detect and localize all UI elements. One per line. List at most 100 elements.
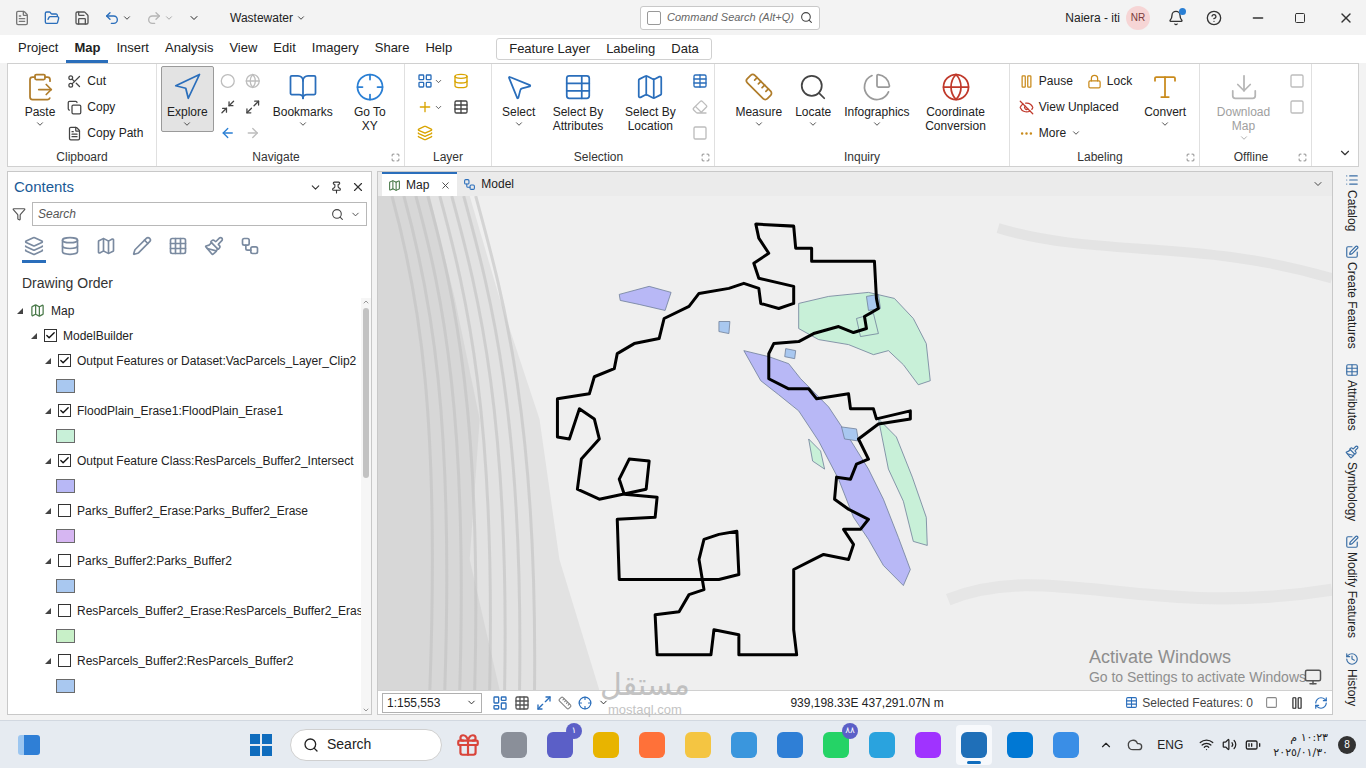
undo-dropdown-icon[interactable] [122, 13, 132, 23]
tree-row[interactable]: Output Feature Class:ResParcels_Buffer2_… [8, 448, 361, 473]
symbol-swatch[interactable] [56, 479, 75, 493]
menu-tab[interactable]: Project [10, 35, 66, 63]
ribbon-icon-button[interactable] [415, 94, 445, 120]
layer-checkbox[interactable] [58, 504, 71, 517]
view-tab[interactable] [58, 236, 82, 263]
ribbon-small-button[interactable]: More [1017, 120, 1134, 146]
tree-row[interactable]: ModelBuilder [8, 323, 361, 348]
taskbar-app[interactable] [588, 725, 624, 765]
ribbon-icon-button[interactable] [415, 68, 445, 94]
chevron-icon[interactable] [598, 697, 609, 708]
display-icon[interactable] [1304, 668, 1322, 686]
ribbon-large-button[interactable]: Explore [161, 66, 214, 132]
pane-menu-icon[interactable] [309, 181, 322, 194]
open-project-icon[interactable] [44, 10, 60, 26]
dialog-launcher-icon[interactable] [1298, 153, 1307, 162]
expand-caret-icon[interactable] [44, 457, 52, 465]
tree-row[interactable]: Output Features or Dataset:VacParcels_La… [8, 348, 361, 373]
side-tab[interactable]: Modify Features [1343, 535, 1361, 638]
ribbon-small-button[interactable]: Lock [1085, 68, 1134, 94]
expand-caret-icon[interactable] [44, 407, 52, 415]
ribbon-large-button[interactable]: Paste [19, 66, 62, 132]
menu-tab[interactable]: Share [367, 35, 418, 63]
side-tab[interactable]: History [1343, 652, 1361, 706]
symbol-swatch[interactable] [56, 529, 75, 543]
layer-checkbox[interactable] [58, 654, 71, 667]
tree-row[interactable]: Parks_Buffer2_Erase:Parks_Buffer2_Erase [8, 498, 361, 523]
scroll-up-icon[interactable] [362, 298, 370, 306]
close-pane-icon[interactable] [351, 180, 365, 194]
ribbon-icon-button[interactable] [415, 120, 445, 146]
ribbon-small-button[interactable]: View Unplaced [1017, 94, 1134, 120]
taskbar-app[interactable] [910, 725, 946, 765]
ribbon-large-button[interactable]: Select [496, 66, 541, 132]
pause-drawing-icon[interactable] [1290, 696, 1304, 710]
tree-row[interactable]: FloodPlain_Erase1:FloodPlain_Erase1 [8, 398, 361, 423]
minimize-icon[interactable] [1250, 10, 1266, 26]
wifi-icon[interactable] [1199, 737, 1214, 752]
ribbon-icon-button[interactable] [451, 94, 481, 120]
user-name[interactable]: Naiera - iti [1065, 9, 1120, 27]
ribbon-large-button[interactable]: Select By Location [615, 66, 686, 136]
menu-tab[interactable]: Map [66, 35, 108, 63]
layer-checkbox[interactable] [44, 329, 57, 342]
expand-caret-icon[interactable] [30, 332, 38, 340]
clear-selection-icon[interactable] [1265, 696, 1278, 709]
taskbar-search[interactable]: Search [290, 729, 442, 761]
dialog-launcher-icon[interactable] [701, 153, 710, 162]
scroll-down-icon[interactable] [362, 706, 370, 714]
ribbon-icon-button[interactable] [690, 68, 710, 94]
extent-icon[interactable] [536, 695, 552, 711]
view-tab[interactable]: Map [382, 172, 457, 196]
customize-toolbar-icon[interactable] [188, 12, 200, 24]
dialog-launcher-icon[interactable] [391, 153, 400, 162]
menu-tab[interactable]: Imagery [304, 35, 367, 63]
maximize-icon[interactable] [1294, 12, 1306, 24]
expand-caret-icon[interactable] [44, 507, 52, 515]
ribbon-icon-button[interactable] [218, 94, 238, 120]
layer-checkbox[interactable] [58, 554, 71, 567]
ribbon-small-button[interactable]: Copy Path [65, 120, 145, 146]
menu-tab[interactable]: Edit [265, 35, 303, 63]
view-tab[interactable] [202, 236, 226, 263]
view-tab[interactable]: Model [457, 172, 520, 196]
notification-badge[interactable]: 8 [1338, 736, 1356, 754]
taskbar-app[interactable] [634, 725, 670, 765]
taskbar-app[interactable] [680, 725, 716, 765]
taskbar-app[interactable] [496, 725, 532, 765]
layer-checkbox[interactable] [58, 354, 71, 367]
layer-checkbox[interactable] [58, 404, 71, 417]
user-avatar[interactable]: NR [1126, 6, 1150, 30]
contextual-tab[interactable]: Data [663, 39, 706, 59]
expand-caret-icon[interactable] [16, 307, 24, 315]
new-project-icon[interactable] [14, 10, 30, 26]
ribbon-large-button[interactable]: Infographics [838, 66, 915, 132]
volume-icon[interactable] [1222, 737, 1237, 752]
side-tab[interactable]: Symbology [1343, 445, 1361, 521]
side-tab[interactable]: Attributes [1343, 363, 1361, 431]
expand-caret-icon[interactable] [44, 657, 52, 665]
ribbon-large-button[interactable]: Bookmarks [267, 66, 339, 132]
help-icon[interactable] [1206, 10, 1222, 26]
save-icon[interactable] [74, 10, 90, 26]
ribbon-large-button[interactable]: Go To XY [340, 66, 400, 136]
ribbon-large-button[interactable]: Convert [1138, 66, 1192, 132]
close-tab-icon[interactable] [440, 180, 451, 191]
contextual-tab[interactable]: Feature Layer [501, 39, 598, 59]
snapping-icon[interactable] [578, 696, 592, 710]
ribbon-large-button[interactable]: Locate [789, 66, 837, 132]
filter-icon[interactable] [12, 207, 26, 221]
view-tab[interactable] [22, 236, 46, 263]
menu-tab[interactable]: Insert [108, 35, 157, 63]
ribbon-large-button[interactable]: Coordinate Conversion [917, 66, 995, 136]
scroll-thumb[interactable] [363, 308, 369, 478]
symbol-swatch[interactable] [56, 579, 75, 593]
tree-row[interactable]: ResParcels_Buffer2_Erase:ResParcels_Buff… [8, 598, 361, 623]
map-canvas[interactable] [378, 196, 1332, 690]
taskbar-app[interactable] [772, 725, 808, 765]
taskbar-app[interactable] [726, 725, 762, 765]
search-options-icon[interactable] [350, 209, 361, 220]
clock[interactable]: ١٠:٢٣ م٢٠٢٥/٠١/٣٠ [1273, 730, 1328, 760]
weather-icon[interactable] [1127, 737, 1143, 753]
ribbon-icon-button[interactable] [451, 68, 481, 94]
